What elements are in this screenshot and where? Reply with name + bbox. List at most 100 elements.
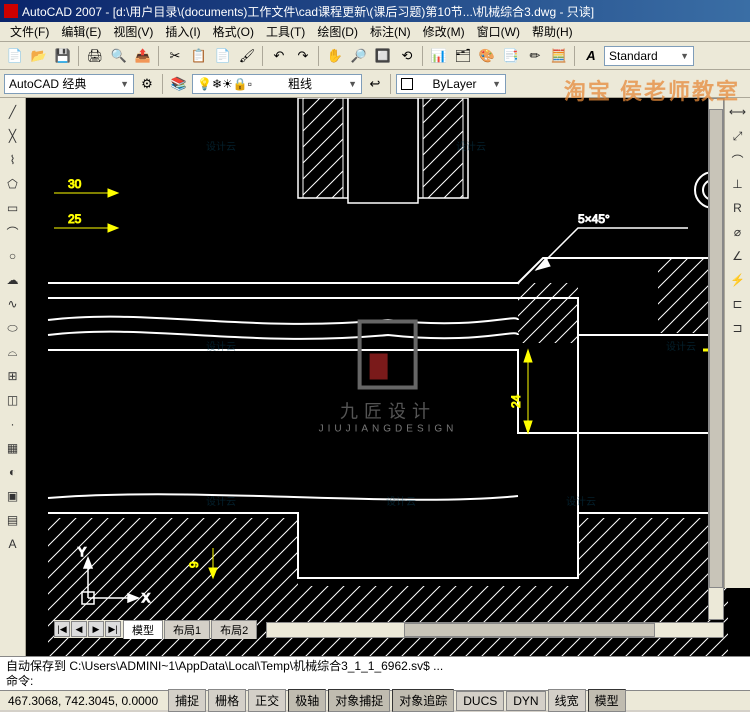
- lwt-toggle[interactable]: 线宽: [548, 689, 586, 712]
- layer-dropdown[interactable]: 💡❄☀🔒▫ 粗线 ▼: [192, 74, 362, 94]
- dyn-toggle[interactable]: DYN: [506, 691, 545, 711]
- drawing-canvas[interactable]: 30 25 5×45°: [26, 98, 750, 656]
- dim-radius-icon[interactable]: R: [727, 197, 749, 219]
- redo-icon[interactable]: ↷: [292, 45, 314, 67]
- markup-icon[interactable]: ✏: [524, 45, 546, 67]
- command-line[interactable]: 自动保存到 C:\Users\ADMINI~1\AppData\Local\Te…: [0, 656, 750, 690]
- layer-prev-icon[interactable]: ↩: [364, 73, 386, 95]
- color-value: ByLayer: [433, 77, 477, 91]
- dim-continue-icon[interactable]: ⊐: [727, 317, 749, 339]
- ortho-toggle[interactable]: 正交: [248, 689, 286, 712]
- layer-value: 粗线: [288, 75, 312, 92]
- color-dropdown[interactable]: ByLayer ▼: [396, 74, 506, 94]
- grid-toggle[interactable]: 栅格: [208, 689, 246, 712]
- spline-icon[interactable]: ∿: [2, 293, 24, 315]
- svg-text:X: X: [142, 591, 150, 605]
- tab-nav-prev[interactable]: ◀: [71, 621, 87, 637]
- color-swatch: [401, 78, 413, 90]
- calc-icon[interactable]: 🧮: [548, 45, 570, 67]
- dim-quick-icon[interactable]: ⚡: [727, 269, 749, 291]
- undo-icon[interactable]: ↶: [268, 45, 290, 67]
- menu-insert[interactable]: 插入(I): [159, 21, 206, 42]
- menu-file[interactable]: 文件(F): [4, 21, 55, 42]
- circle-icon[interactable]: ○: [2, 245, 24, 267]
- text-style-dropdown[interactable]: Standard ▼: [604, 46, 694, 66]
- svg-text:5×45°: 5×45°: [578, 212, 610, 226]
- otrack-toggle[interactable]: 对象追踪: [392, 689, 454, 712]
- mtext-icon[interactable]: A: [2, 533, 24, 555]
- dim-diameter-icon[interactable]: ⌀: [727, 221, 749, 243]
- menu-view[interactable]: 视图(V): [107, 21, 159, 42]
- menu-tools[interactable]: 工具(T): [260, 21, 311, 42]
- text-style-icon[interactable]: A: [580, 45, 602, 67]
- tool-palette-icon[interactable]: 🎨: [476, 45, 498, 67]
- horizontal-scrollbar[interactable]: [266, 622, 724, 638]
- dim-linear-icon[interactable]: ⟷: [727, 101, 749, 123]
- rectangle-icon[interactable]: ▭: [2, 197, 24, 219]
- region-icon[interactable]: ▣: [2, 485, 24, 507]
- menu-edit[interactable]: 编辑(E): [55, 21, 107, 42]
- properties-icon[interactable]: 📊: [428, 45, 450, 67]
- polar-toggle[interactable]: 极轴: [288, 689, 326, 712]
- match-icon[interactable]: 🖌: [236, 45, 258, 67]
- ellipse-arc-icon[interactable]: ⌓: [2, 341, 24, 363]
- dim-arc-icon[interactable]: ⌒: [727, 149, 749, 171]
- xline-icon[interactable]: ╳: [2, 125, 24, 147]
- menu-dimension[interactable]: 标注(N): [364, 21, 417, 42]
- point-icon[interactable]: ·: [2, 413, 24, 435]
- menu-help[interactable]: 帮助(H): [526, 21, 579, 42]
- ellipse-icon[interactable]: ⬭: [2, 317, 24, 339]
- cut-icon[interactable]: ✂: [164, 45, 186, 67]
- sheet-set-icon[interactable]: 📑: [500, 45, 522, 67]
- zoom-icon[interactable]: 🔎: [348, 45, 370, 67]
- dim-angular-icon[interactable]: ∠: [727, 245, 749, 267]
- table-icon[interactable]: ▤: [2, 509, 24, 531]
- layers-toolbar: AutoCAD 经典 ▼ ⚙ 📚 💡❄☀🔒▫ 粗线 ▼ ↩ ByLayer ▼: [0, 70, 750, 98]
- make-block-icon[interactable]: ◫: [2, 389, 24, 411]
- pline-icon[interactable]: ⌇: [2, 149, 24, 171]
- copy-icon[interactable]: 📋: [188, 45, 210, 67]
- tab-nav-next[interactable]: ▶: [88, 621, 104, 637]
- menu-modify[interactable]: 修改(M): [417, 21, 471, 42]
- save-icon[interactable]: 💾: [52, 45, 74, 67]
- ducs-toggle[interactable]: DUCS: [456, 691, 504, 711]
- preview-icon[interactable]: 🔍: [108, 45, 130, 67]
- menu-window[interactable]: 窗口(W): [471, 21, 526, 42]
- paste-icon[interactable]: 📄: [212, 45, 234, 67]
- modify-toolbar: ⟷ ⤢ ⌒ ⊥ R ⌀ ∠ ⚡ ⊏ ⊐: [724, 98, 750, 588]
- workspace-settings-icon[interactable]: ⚙: [136, 73, 158, 95]
- design-center-icon[interactable]: 🗂: [452, 45, 474, 67]
- zoom-prev-icon[interactable]: ⟲: [396, 45, 418, 67]
- dim-ordinate-icon[interactable]: ⊥: [727, 173, 749, 195]
- gradient-icon[interactable]: ◐: [2, 461, 24, 483]
- insert-block-icon[interactable]: ⊞: [2, 365, 24, 387]
- revcloud-icon[interactable]: ☁: [2, 269, 24, 291]
- main-area: ╱ ╳ ⌇ ⬠ ▭ ⌒ ○ ☁ ∿ ⬭ ⌓ ⊞ ◫ · ▦ ◐ ▣ ▤ A: [0, 98, 750, 656]
- new-icon[interactable]: 📄: [4, 45, 26, 67]
- tab-layout2[interactable]: 布局2: [211, 620, 257, 639]
- snap-toggle[interactable]: 捕捉: [168, 689, 206, 712]
- polygon-icon[interactable]: ⬠: [2, 173, 24, 195]
- tab-nav-first[interactable]: |◀: [54, 621, 70, 637]
- line-icon[interactable]: ╱: [2, 101, 24, 123]
- osnap-toggle[interactable]: 对象捕捉: [328, 689, 390, 712]
- print-icon[interactable]: 🖨: [84, 45, 106, 67]
- arc-icon[interactable]: ⌒: [2, 221, 24, 243]
- open-icon[interactable]: 📂: [28, 45, 50, 67]
- tab-model[interactable]: 模型: [123, 620, 163, 639]
- tab-nav-last[interactable]: ▶|: [105, 621, 121, 637]
- hatch-icon[interactable]: ▦: [2, 437, 24, 459]
- workspace-dropdown[interactable]: AutoCAD 经典 ▼: [4, 74, 134, 94]
- dim-baseline-icon[interactable]: ⊏: [727, 293, 749, 315]
- pan-icon[interactable]: ✋: [324, 45, 346, 67]
- chevron-down-icon: ▼: [348, 79, 357, 89]
- menu-draw[interactable]: 绘图(D): [311, 21, 364, 42]
- layer-manager-icon[interactable]: 📚: [168, 73, 190, 95]
- menu-format[interactable]: 格式(O): [207, 21, 260, 42]
- dim-aligned-icon[interactable]: ⤢: [727, 125, 749, 147]
- tab-layout1[interactable]: 布局1: [164, 620, 210, 639]
- publish-icon[interactable]: 📤: [132, 45, 154, 67]
- vertical-scrollbar[interactable]: [708, 98, 724, 620]
- zoom-window-icon[interactable]: 🔲: [372, 45, 394, 67]
- model-toggle[interactable]: 模型: [588, 689, 626, 712]
